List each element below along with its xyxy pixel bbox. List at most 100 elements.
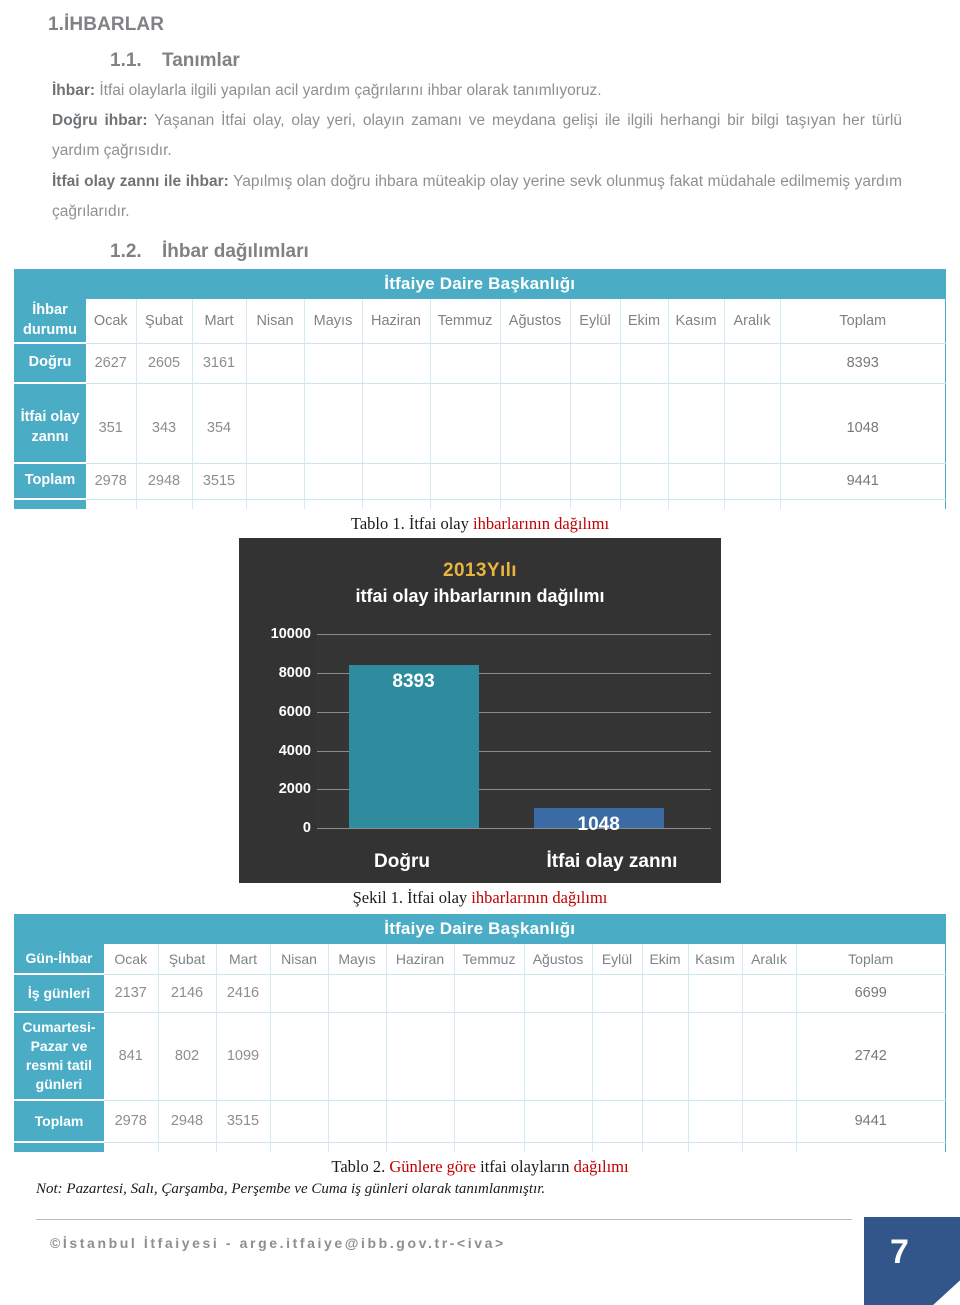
table-2-cell	[328, 1100, 387, 1143]
table-2-wrapper: İtfaiye Daire Başkanlığı Gün-İhbar Ocak …	[14, 914, 946, 1153]
table-2-caption-mid: itfai olayların	[475, 1157, 574, 1177]
table-row: Toplam 2978 2948 3515 9441	[14, 463, 946, 501]
table-2-cell: 841	[104, 1012, 159, 1101]
table-1-cell	[246, 463, 305, 500]
table-2-cell	[642, 1100, 689, 1143]
table-2-cell	[592, 974, 643, 1013]
table-2-col-mart: Mart	[216, 944, 271, 975]
figure-1-wrapper: 2013Yılı itfai olay ihbarlarının dağılım…	[0, 538, 960, 884]
table-2-caption: Tablo 2. Günlere göre itfai olayların da…	[0, 1157, 960, 1177]
table-2-cell	[742, 974, 797, 1013]
table-1-caption: Tablo 1. İtfai olay ihbarlarının dağılım…	[0, 514, 960, 534]
table-1-caption-prefix: Tablo 1. İtfai olay	[350, 514, 473, 534]
subsection-number-1-1: 1.1.	[110, 50, 142, 71]
table-2-cell-total: 9441	[796, 1100, 946, 1143]
definition-ihbar: İhbar: İtfai olaylarla ilgili yapılan ac…	[52, 76, 902, 106]
bar-chart: 2013Yılı itfai olay ihbarlarının dağılım…	[239, 538, 721, 884]
table-1-cell	[668, 343, 725, 384]
footer-copyright: ©İstanbul İtfaiyesi - arge.itfaiye@ibb.g…	[50, 1235, 506, 1251]
table-2-col-toplam: Toplam	[796, 944, 946, 975]
table-1-spacer-row	[14, 383, 946, 394]
table-1-cell	[570, 463, 621, 500]
table-1-col-subat: Şubat	[136, 299, 193, 344]
table-1-cell	[304, 393, 363, 464]
table-1-banner: İtfaiye Daire Başkanlığı	[14, 269, 946, 300]
table-1-caption-highlight: ihbarlarının dağılımı	[473, 514, 610, 534]
subsection-heading-1-1: 1.1. Tanımlar	[110, 50, 960, 72]
table-2-cell: 2137	[104, 974, 159, 1013]
table-1-col-ekim: Ekim	[620, 299, 669, 344]
table-2-col-mayis: Mayıs	[328, 944, 387, 975]
table-1-cell	[304, 463, 363, 500]
table-row: Doğru 2627 2605 3161 8393	[14, 343, 946, 385]
table-2-cell	[742, 1012, 797, 1101]
table-2-cell	[592, 1100, 643, 1143]
definition-itfai-olay-zanni: İtfai olay zannı ile ihbar: Yapılmış ola…	[52, 167, 902, 227]
table-1-cell	[500, 463, 571, 500]
y-tick-label: 2000	[278, 781, 311, 798]
definition-text-dogru-ihbar: Yaşanan İtfai olay, olay yeri, olayın za…	[52, 112, 902, 160]
table-row: Cumartesi-Pazar ve resmi tatil günleri 8…	[14, 1012, 946, 1102]
definition-dogru-ihbar: Doğru ihbar: Yaşanan İtfai olay, olay ye…	[52, 106, 902, 166]
table-2-cell	[270, 1100, 329, 1143]
subsection-number-1-2: 1.2.	[110, 241, 142, 263]
table-1-col-mart: Mart	[192, 299, 247, 344]
table-1-cell	[724, 393, 781, 464]
table-1-cell: 2627	[86, 343, 137, 384]
table-1-cell	[724, 463, 781, 500]
bar-value-label: 1048	[577, 813, 620, 835]
table-row: Toplam 2978 2948 3515 9441	[14, 1100, 946, 1144]
table-1-cell	[246, 393, 305, 464]
table-1-cell-total: 8393	[780, 343, 946, 384]
footer-divider	[36, 1219, 852, 1220]
x-tick-label-itfai-olay-zanni: İtfai olay zannı	[546, 851, 678, 873]
table-2-caption-highlight-2: dağılımı	[573, 1157, 629, 1177]
table-1-cell	[620, 393, 669, 464]
table-1-cell: 2605	[136, 343, 193, 384]
table-2-cell	[454, 1100, 525, 1143]
table-2-cell	[688, 1100, 743, 1143]
table-2-caption-highlight-1: Günlere göre	[389, 1157, 476, 1177]
chart-y-axis: 10000 8000 6000 4000 2000 0	[239, 626, 311, 836]
table-1-col-kasim: Kasım	[668, 299, 725, 344]
table-2-cell	[454, 974, 525, 1013]
table-1-corner-header: İhbar durumu	[14, 299, 86, 345]
table-2-bottom-spacer-row	[14, 1142, 946, 1153]
table-2-cell	[524, 1012, 593, 1101]
table-1-cell-total: 9441	[780, 463, 946, 500]
figure-1-caption-prefix: Şekil 1. İtfai olay	[352, 888, 472, 908]
table-2-caption-prefix: Tablo 2.	[331, 1157, 390, 1177]
figure-1-caption-highlight: ihbarlarının dağılımı	[471, 888, 608, 908]
table-2-col-subat: Şubat	[158, 944, 217, 975]
table-2-banner-row: İtfaiye Daire Başkanlığı	[14, 914, 946, 945]
subsection-title-1-1: Tanımlar	[162, 50, 240, 71]
table-2-cell	[386, 974, 455, 1013]
table-1-header-row: İhbar durumu Ocak Şubat Mart Nisan Mayıs…	[14, 299, 946, 345]
table-1-cell	[430, 393, 501, 464]
table-gun-ihbar: İtfaiye Daire Başkanlığı Gün-İhbar Ocak …	[14, 914, 946, 1153]
table-2-col-ekim: Ekim	[642, 944, 689, 975]
table-1-cell: 2978	[86, 463, 137, 500]
table-1-cell: 3515	[192, 463, 247, 500]
table-row: İş günleri 2137 2146 2416 6699	[14, 974, 946, 1014]
table-2-cell: 802	[158, 1012, 217, 1101]
table-2-cell	[386, 1012, 455, 1101]
table-2-col-nisan: Nisan	[270, 944, 329, 975]
y-tick-label: 0	[302, 820, 311, 837]
y-tick-label: 10000	[270, 626, 311, 643]
subsection-heading-1-2: 1.2. İhbar dağılımları	[110, 241, 960, 263]
bar-dogru: 8393	[348, 665, 479, 829]
table-1-cell	[668, 463, 725, 500]
table-1-cell	[246, 343, 305, 384]
bar-itfai-olay-zanni: 1048	[533, 807, 664, 835]
table-1-col-agustos: Ağustos	[500, 299, 571, 344]
table-2-cell	[454, 1012, 525, 1101]
table-2-row-label-hafta-sonu: Cumartesi-Pazar ve resmi tatil günleri	[14, 1012, 104, 1102]
table-2-corner-header: Gün-İhbar	[14, 944, 104, 976]
table-2-cell	[688, 1012, 743, 1101]
table-1-cell	[362, 463, 431, 500]
table-1-col-nisan: Nisan	[246, 299, 305, 344]
definition-text-ihbar: İtfai olaylarla ilgili yapılan acil yard…	[95, 82, 602, 99]
y-tick-label: 4000	[278, 742, 311, 759]
table-2-cell	[328, 1012, 387, 1101]
